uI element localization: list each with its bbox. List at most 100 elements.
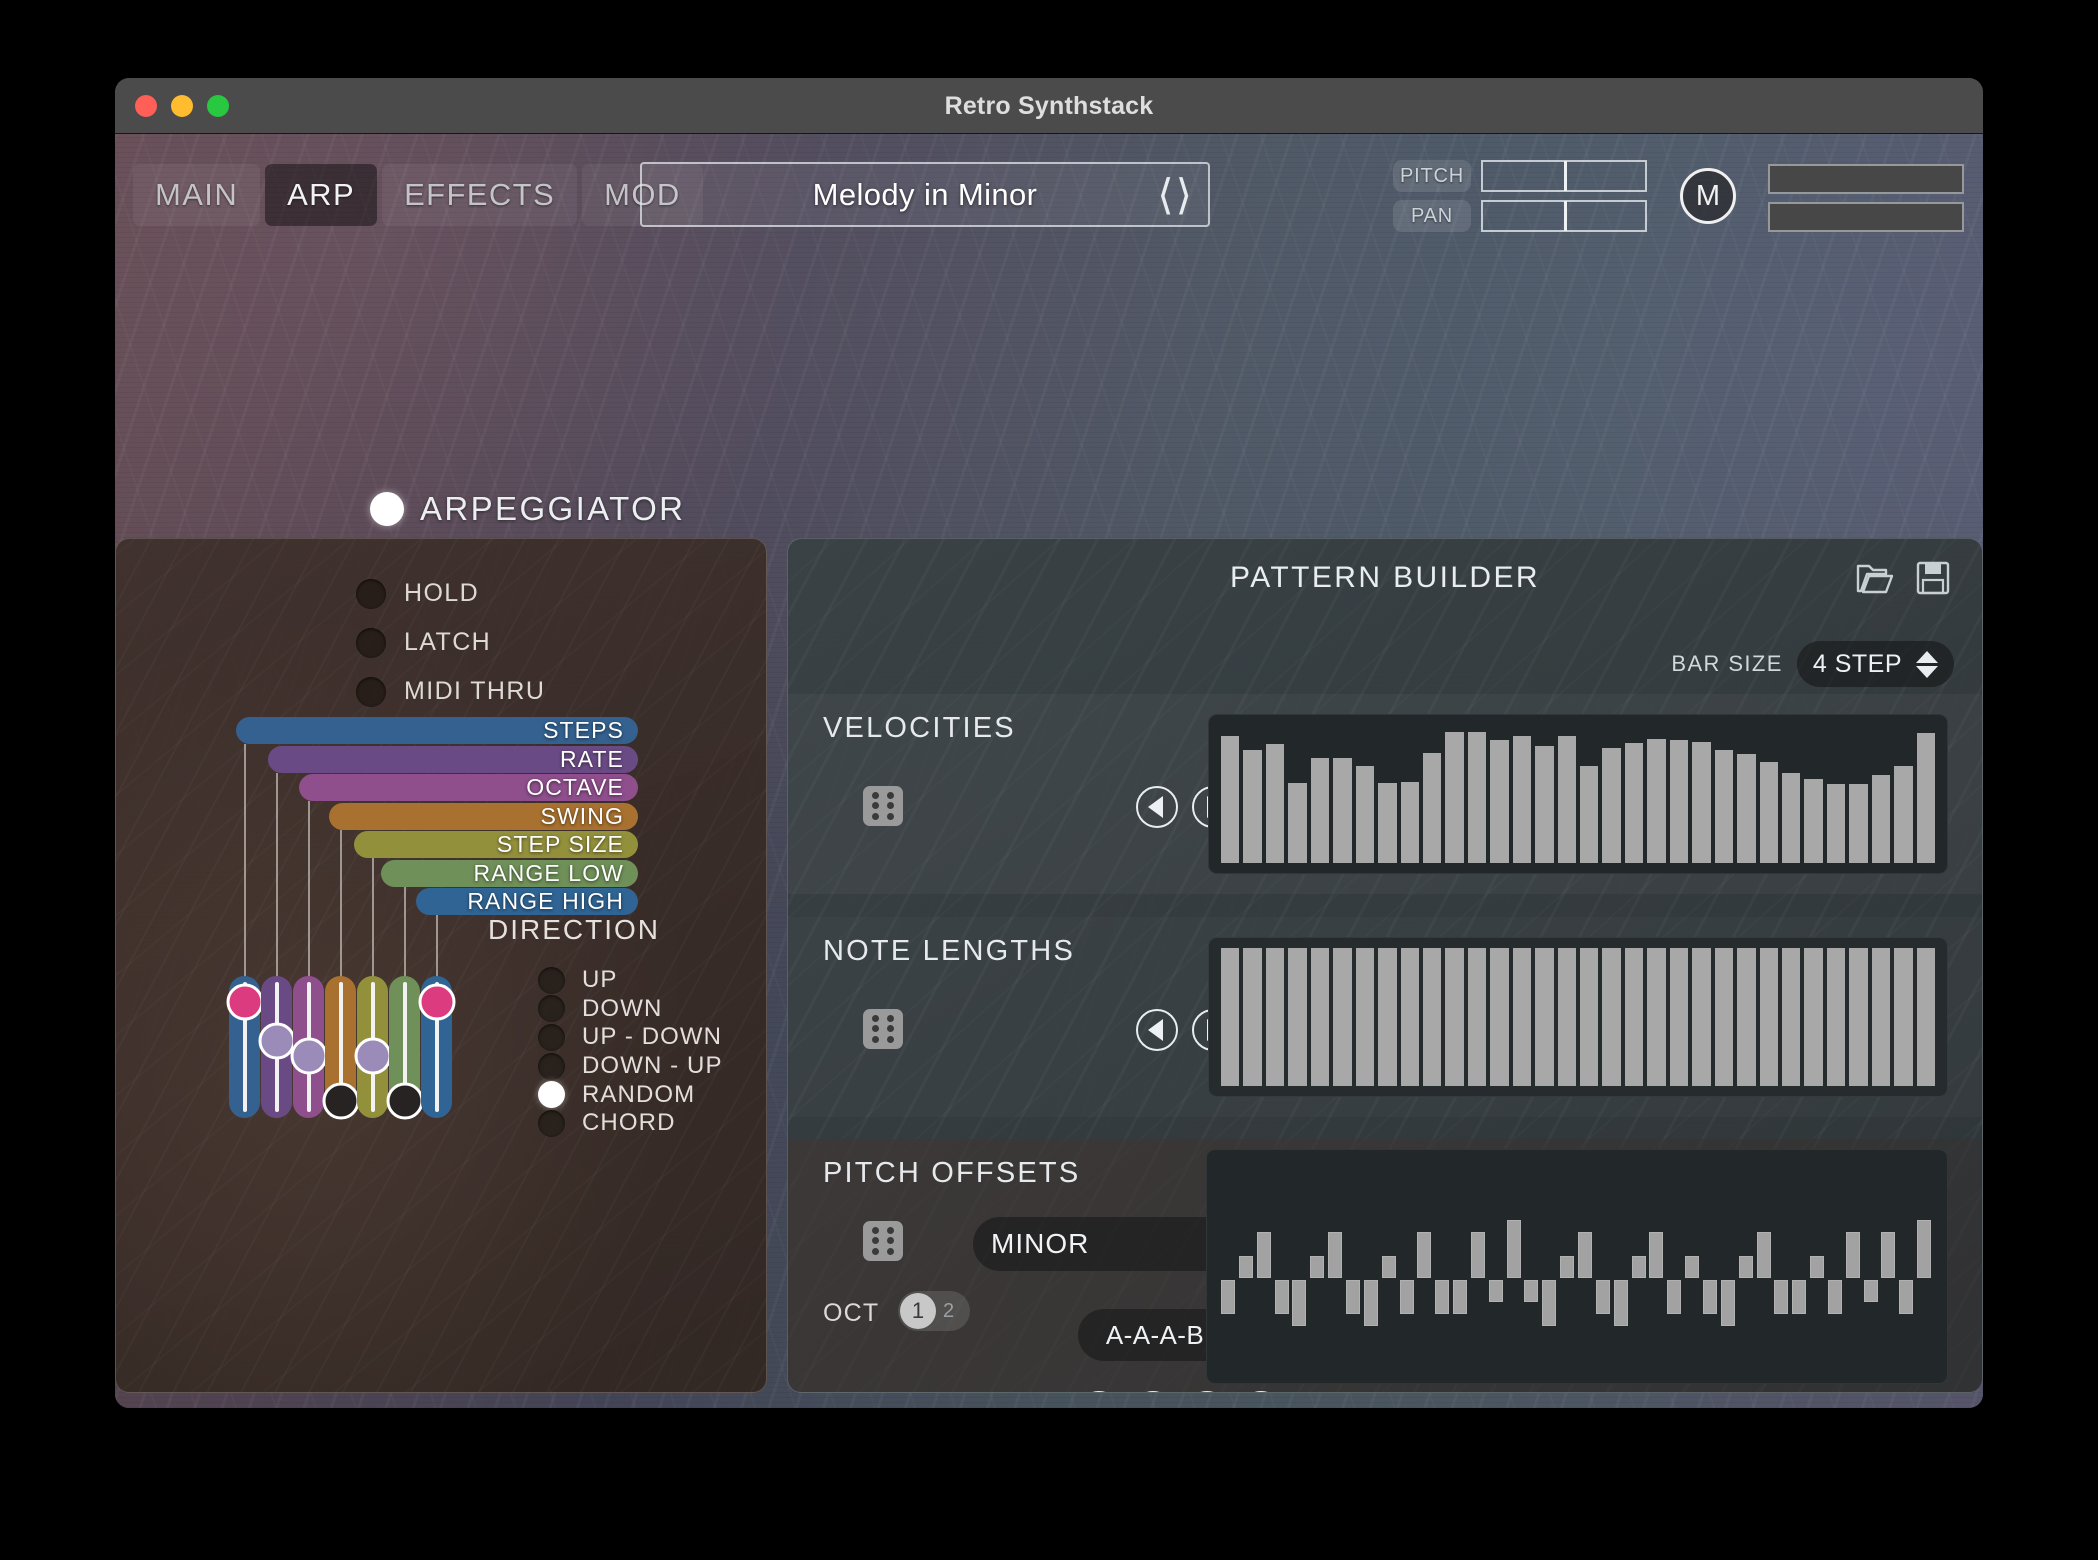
chart-bar — [1602, 748, 1620, 863]
slider-handle[interactable] — [290, 1037, 327, 1074]
radio-indicator[interactable] — [538, 967, 565, 994]
parameter-pill-range-low[interactable]: RANGE LOW — [381, 860, 638, 887]
radio-indicator[interactable] — [538, 995, 565, 1022]
pitch-offsets-bars — [1207, 1150, 1947, 1383]
chart-bar — [1760, 762, 1778, 863]
slider-range-low[interactable] — [389, 976, 420, 1118]
folder-open-icon[interactable] — [1856, 561, 1894, 600]
arp-option-latch[interactable]: LATCH — [356, 618, 545, 667]
pitch-pan-group: PITCH PAN — [1393, 160, 1647, 240]
radio-indicator[interactable] — [538, 1053, 565, 1080]
tab-main[interactable]: MAIN — [133, 164, 260, 226]
bar-size-stepper[interactable] — [1916, 651, 1938, 678]
note-lengths-dice-icon[interactable] — [863, 1009, 903, 1049]
pitch-offsets-next-button[interactable] — [1240, 1391, 1282, 1393]
chart-bar — [1737, 948, 1755, 1086]
chart-bar — [1692, 948, 1710, 1086]
slider-octave[interactable] — [293, 976, 324, 1118]
radio-indicator[interactable] — [538, 1024, 565, 1051]
bar-size-field[interactable]: 4 STEP — [1797, 641, 1954, 687]
chart-bar — [1804, 779, 1822, 863]
arpeggiator-panel: HOLDLATCHMIDI THRU STEPSRATEOCTAVESWINGS… — [115, 538, 767, 1393]
chart-bar — [1243, 948, 1261, 1086]
tab-effects[interactable]: EFFECTS — [382, 164, 577, 226]
parameter-pill-label: STEPS — [543, 717, 624, 744]
note-lengths-graph[interactable] — [1208, 937, 1948, 1097]
chart-bar — [1356, 948, 1374, 1086]
arpeggiator-master-toggle[interactable]: ARPEGGIATOR — [370, 490, 685, 528]
slider-handle[interactable] — [386, 1082, 423, 1119]
parameter-pill-step-size[interactable]: STEP SIZE — [354, 831, 638, 858]
slider-rate[interactable] — [261, 976, 292, 1118]
checkbox-indicator[interactable] — [356, 628, 386, 658]
parameter-pill-label: SWING — [541, 803, 624, 830]
slider-swing[interactable] — [325, 976, 356, 1118]
slider-handle[interactable] — [354, 1037, 391, 1074]
direction-option-random[interactable]: RANDOM — [538, 1080, 723, 1109]
parameter-pill-steps[interactable]: STEPS — [236, 717, 638, 744]
slider-handle[interactable] — [418, 983, 455, 1020]
chart-bar — [1535, 948, 1553, 1086]
bar-size-increment-icon[interactable] — [1916, 651, 1938, 663]
chart-bar — [1782, 948, 1800, 1086]
parameter-pill-octave[interactable]: OCTAVE — [299, 774, 638, 801]
preset-field[interactable]: Melody in Minor ⟨ ⟩ — [640, 162, 1210, 227]
direction-options: UPDOWNUP - DOWNDOWN - UPRANDOMCHORD — [538, 966, 723, 1138]
pitch-thumb[interactable] — [1564, 161, 1567, 191]
pitch-offsets-minus-button[interactable]: − — [1132, 1391, 1174, 1393]
pan-thumb[interactable] — [1564, 201, 1567, 231]
parameter-pill-range-high[interactable]: RANGE HIGH — [416, 888, 638, 915]
floppy-disk-icon[interactable] — [1916, 561, 1950, 600]
tab-arp[interactable]: ARP — [265, 164, 377, 226]
pan-slider[interactable] — [1481, 200, 1647, 232]
slider-handle[interactable] — [322, 1082, 359, 1119]
arp-option-hold[interactable]: HOLD — [356, 569, 545, 618]
slider-step-size[interactable] — [357, 976, 388, 1118]
parameter-pill-row: SWING — [116, 803, 767, 832]
pitch-offsets-oct-toggle[interactable]: 1 2 — [898, 1291, 970, 1331]
chart-bar — [1266, 744, 1284, 863]
preset-next-icon[interactable]: ⟩ — [1176, 174, 1192, 216]
arpeggiator-power-led[interactable] — [370, 492, 404, 526]
direction-option-up[interactable]: UP — [538, 966, 723, 995]
mono-button[interactable]: M — [1680, 168, 1736, 224]
checkbox-indicator[interactable] — [356, 579, 386, 609]
arp-option-midi-thru[interactable]: MIDI THRU — [356, 667, 545, 716]
parameter-pill-label: OCTAVE — [526, 774, 624, 801]
tab-bar: MAINARPEFFECTSMOD — [133, 164, 708, 226]
pitch-slider[interactable] — [1481, 160, 1647, 192]
bar-size-control: BAR SIZE 4 STEP — [1671, 641, 1954, 687]
chart-bar — [1625, 948, 1643, 1086]
parameter-pill-rate[interactable]: RATE — [268, 746, 638, 773]
preset-prev-icon[interactable]: ⟨ — [1157, 174, 1173, 216]
direction-option-chord[interactable]: CHORD — [538, 1109, 723, 1138]
note-lengths-prev-button[interactable] — [1136, 1009, 1178, 1051]
velocities-prev-button[interactable] — [1136, 786, 1178, 828]
velocities-dice-icon[interactable] — [863, 786, 903, 826]
chart-bar — [1849, 784, 1867, 863]
pitch-offset-bar — [1757, 1232, 1771, 1278]
note-lengths-title: NOTE LENGTHS — [823, 935, 1075, 968]
slider-steps[interactable] — [229, 976, 260, 1118]
direction-option-up-down[interactable]: UP - DOWN — [538, 1023, 723, 1052]
pitch-offsets-plus-button[interactable]: + — [1186, 1391, 1228, 1393]
velocities-graph[interactable] — [1208, 714, 1948, 874]
chart-bar — [1333, 948, 1351, 1086]
pitch-offsets-dice-icon[interactable] — [863, 1221, 903, 1261]
radio-indicator[interactable] — [538, 1081, 565, 1108]
pitch-offsets-prev-button[interactable] — [1078, 1391, 1120, 1393]
chart-bar — [1311, 758, 1329, 863]
direction-option-label: DOWN - UP — [582, 1052, 723, 1080]
tab-label: EFFECTS — [404, 177, 555, 213]
checkbox-indicator[interactable] — [356, 677, 386, 707]
bar-size-decrement-icon[interactable] — [1916, 666, 1938, 678]
parameter-pill-swing[interactable]: SWING — [329, 803, 638, 830]
direction-option-down[interactable]: DOWN — [538, 995, 723, 1024]
pitch-offset-bar — [1417, 1232, 1431, 1278]
radio-indicator[interactable] — [538, 1110, 565, 1137]
chart-bar — [1580, 948, 1598, 1086]
slider-handle[interactable] — [226, 983, 263, 1020]
direction-option-down-up[interactable]: DOWN - UP — [538, 1052, 723, 1081]
pitch-offsets-graph[interactable] — [1206, 1149, 1948, 1384]
slider-range-high[interactable] — [421, 976, 452, 1118]
